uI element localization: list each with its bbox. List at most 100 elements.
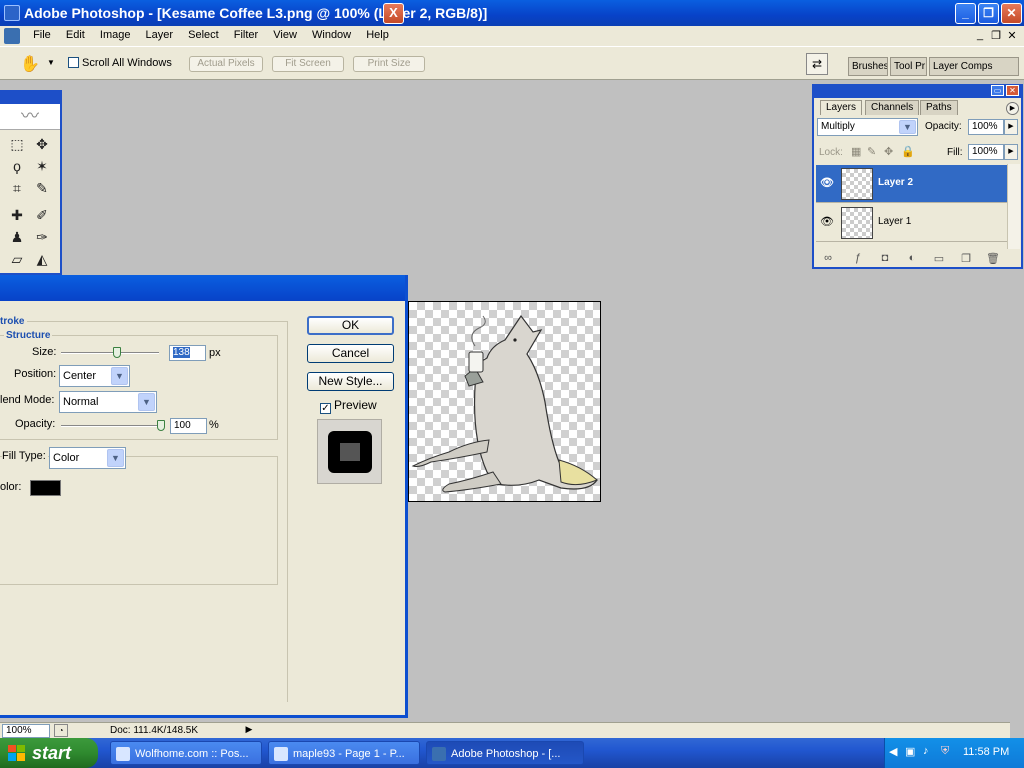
toolbox-title-bar[interactable] [0,92,60,104]
opacity-slider[interactable] [61,425,165,427]
link-layers-icon[interactable]: ∞ [820,252,836,266]
cancel-button[interactable]: Cancel [307,344,394,363]
menu-window[interactable]: Window [306,26,357,41]
palette-toggle-icon[interactable]: ⇄ [806,53,828,75]
layer-mask-icon[interactable]: ◘ [877,252,893,266]
marquee-tool-icon[interactable]: ⬚ [7,134,27,154]
tab-channels[interactable]: Channels [865,100,920,115]
status-options-icon[interactable]: ◔ [54,724,68,737]
dialog-title-bar[interactable] [0,275,405,301]
layer-opacity-field[interactable]: 100% [968,119,1004,135]
palette-minimize-icon[interactable]: ▭ [991,85,1004,96]
chevron-down-icon[interactable]: ▼ [899,120,916,134]
lock-all-icon[interactable]: 🔒 [901,145,915,158]
lasso-tool-icon[interactable]: ϙ [7,156,27,176]
menu-help[interactable]: Help [360,26,395,41]
trash-icon[interactable]: 🗑 [985,252,1001,266]
adjustment-layer-icon[interactable]: ◐ [904,252,920,266]
volume-icon[interactable]: ♪ [923,745,929,757]
tab-layers[interactable]: Layers [820,100,863,115]
position-select[interactable]: Center ▼ [59,365,130,387]
layer-row[interactable]: 👁 Layer 2 [816,165,1008,203]
checkmark-icon[interactable]: ✓ [320,403,331,414]
palette-menu-icon[interactable]: ▶ [1006,102,1019,115]
lock-transparent-icon[interactable]: ▦ [851,145,861,158]
menu-image[interactable]: Image [94,26,137,41]
fill-slider-arrow-icon[interactable]: ▶ [1004,144,1018,160]
menu-view[interactable]: View [267,26,303,41]
stroke-color-swatch[interactable] [30,480,61,496]
healing-brush-tool-icon[interactable]: ✚ [7,205,27,225]
task-photoshop[interactable]: Adobe Photoshop - [... [426,741,584,765]
new-layer-icon[interactable]: ❐ [958,252,974,266]
preview-checkbox[interactable]: ✓ Preview [320,398,377,414]
checkbox-box[interactable] [68,57,79,68]
document-canvas[interactable] [408,301,601,502]
slice-tool-icon[interactable]: ✎ [32,178,52,198]
eraser-tool-icon[interactable]: ▱ [7,249,27,269]
new-style-button[interactable]: New Style... [307,372,394,391]
layers-scrollbar[interactable] [1007,164,1020,249]
minimize-button[interactable]: _ [955,3,976,24]
tray-collapse-icon[interactable]: ◀ [889,745,897,758]
network-icon[interactable]: ▣ [905,745,915,758]
close-button[interactable]: ✕ [1001,3,1022,24]
size-field[interactable]: 138 [169,345,206,361]
tool-presets-tab[interactable]: Tool Pr [890,57,927,76]
menu-layer[interactable]: Layer [140,26,180,41]
history-brush-tool-icon[interactable]: ✑ [32,227,52,247]
fit-screen-button[interactable]: Fit Screen [272,56,344,72]
layer-blend-mode-select[interactable]: Multiply ▼ [817,118,918,136]
status-menu-arrow-icon[interactable]: ▶ [244,724,254,737]
doc-restore-button[interactable]: ❐ [988,29,1004,42]
magic-wand-tool-icon[interactable]: ✶ [32,156,52,176]
chevron-down-icon[interactable]: ▼ [138,393,155,411]
crop-tool-icon[interactable]: ⌗ [7,178,27,198]
print-size-button[interactable]: Print Size [353,56,425,72]
hand-tool-icon[interactable]: ✋ [20,54,40,74]
doc-close-button[interactable]: ✕ [1004,29,1020,42]
menu-edit[interactable]: Edit [60,26,91,41]
palette-close-icon[interactable]: ✕ [1006,85,1019,96]
paint-bucket-tool-icon[interactable]: ◭ [32,249,52,269]
photoshop-app-icon[interactable] [4,5,20,21]
chevron-down-icon[interactable]: ▼ [111,367,128,385]
start-button[interactable]: start [0,738,98,768]
tool-preset-arrow-icon[interactable]: ▼ [47,58,55,67]
blend-mode-select[interactable]: Normal ▼ [59,391,157,413]
task-maple93[interactable]: maple93 - Page 1 - P... [268,741,420,765]
brush-tool-icon[interactable]: ✐ [32,205,52,225]
eye-icon[interactable]: 👁 [819,215,835,231]
maximize-button[interactable]: ❐ [978,3,999,24]
size-slider-thumb[interactable] [113,347,121,358]
feather-logo-icon[interactable]: 〰 [0,104,60,130]
security-shield-icon[interactable]: ⛨ [941,745,949,758]
opacity-field[interactable]: 100 [170,418,207,434]
lock-position-icon[interactable]: ✥ [884,145,893,158]
fill-type-select[interactable]: Color ▼ [49,447,126,469]
scroll-all-windows-checkbox[interactable]: Scroll All Windows [68,57,172,69]
layer-row[interactable]: 👁 Layer 1 [816,204,1008,242]
doc-minimize-button[interactable]: _ [972,29,988,41]
actual-pixels-button[interactable]: Actual Pixels [189,56,263,72]
menu-file[interactable]: File [27,26,57,41]
clock[interactable]: 11:58 PM [963,746,1009,758]
chevron-down-icon[interactable]: ▼ [107,449,124,467]
layers-palette-title-bar[interactable] [814,86,1021,98]
layer-comps-tab[interactable]: Layer Comps [929,57,1019,76]
size-slider[interactable] [61,352,159,354]
menu-filter[interactable]: Filter [228,26,264,41]
opacity-slider-arrow-icon[interactable]: ▶ [1004,119,1018,135]
tab-paths[interactable]: Paths [920,100,958,115]
task-wolfhome[interactable]: Wolfhome.com :: Pos... [110,741,262,765]
brushes-tab[interactable]: Brushes [848,57,888,76]
layer-style-icon[interactable]: ƒ [850,252,866,266]
menu-select[interactable]: Select [182,26,225,41]
lock-image-icon[interactable]: ✎ [867,145,876,158]
eye-icon[interactable]: 👁 [819,176,835,192]
fill-field[interactable]: 100% [968,144,1004,160]
ok-button[interactable]: OK [307,316,394,335]
new-group-icon[interactable]: ▭ [931,252,947,266]
zoom-field[interactable]: 100% [2,724,50,738]
document-icon[interactable] [4,28,20,44]
